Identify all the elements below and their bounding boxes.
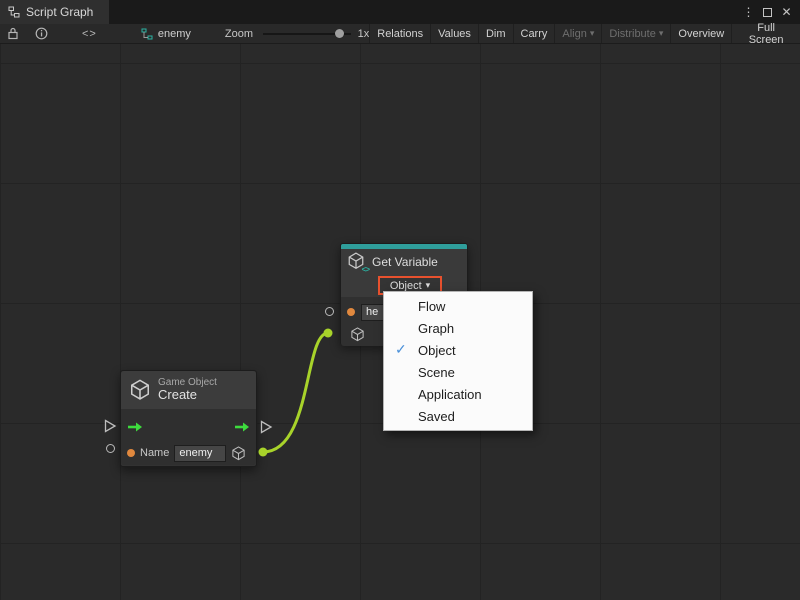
variable-cube-icon: <> — [347, 252, 367, 272]
titlebar-controls: ⋮ ✕ — [740, 4, 800, 21]
menu-item-object[interactable]: ✓ Object — [384, 339, 532, 361]
menu-item-application[interactable]: Application — [384, 383, 532, 405]
flow-in-arrow-icon[interactable] — [127, 421, 143, 433]
node-title: Get Variable — [372, 255, 438, 269]
check-icon: ✓ — [395, 341, 407, 358]
window-menu-icon[interactable]: ⋮ — [740, 4, 757, 21]
lock-button[interactable] — [3, 25, 23, 43]
value-input-port[interactable] — [106, 444, 115, 453]
carry-button[interactable]: Carry — [513, 24, 555, 43]
value-port-dot-icon[interactable] — [347, 308, 355, 316]
cube-icon — [231, 446, 246, 461]
game-object-create-node[interactable]: Game Object Create — [120, 370, 257, 467]
tab-title: Script Graph — [26, 5, 93, 19]
chevron-down-icon: ▾ — [426, 280, 431, 291]
graph-breadcrumb[interactable]: enemy — [141, 28, 191, 40]
get-variable-header[interactable]: <> Get Variable — [341, 249, 467, 274]
graph-toolbar: <> enemy Zoom 1x Relations Values Dim Ca… — [0, 24, 800, 44]
node-title: Create — [158, 388, 217, 403]
lock-icon — [7, 27, 19, 40]
menu-item-flow[interactable]: Flow — [384, 295, 532, 317]
zoom-value: 1x — [358, 28, 370, 40]
flow-out-arrow-icon[interactable] — [234, 421, 250, 433]
script-graph-icon — [8, 6, 20, 18]
maximize-icon[interactable] — [759, 4, 776, 21]
distribute-button[interactable]: Distribute ▾ — [601, 24, 670, 43]
overview-button[interactable]: Overview — [670, 24, 731, 43]
zoom-label: Zoom — [225, 28, 253, 40]
relations-button[interactable]: Relations — [369, 24, 430, 43]
code-icon: <> — [82, 28, 97, 40]
chevron-down-icon: ▾ — [659, 28, 664, 39]
code-button[interactable]: <> — [78, 25, 101, 43]
align-button[interactable]: Align ▾ — [554, 24, 601, 43]
close-icon[interactable]: ✕ — [778, 4, 795, 21]
zoom-slider[interactable] — [263, 27, 351, 41]
menu-item-graph[interactable]: Graph — [384, 317, 532, 339]
value-input-port[interactable] — [325, 307, 334, 316]
zoom-slider-thumb[interactable] — [335, 29, 344, 38]
dim-button[interactable]: Dim — [478, 24, 513, 43]
graph-icon — [141, 28, 153, 40]
create-node-header[interactable]: Game Object Create — [121, 371, 256, 409]
chevron-down-icon: ▾ — [590, 28, 595, 39]
flow-row — [121, 413, 256, 441]
info-button[interactable] — [31, 25, 52, 43]
name-input[interactable] — [174, 445, 226, 462]
name-row: Name — [121, 441, 256, 465]
tab-script-graph[interactable]: Script Graph — [0, 0, 109, 24]
name-label: Name — [140, 447, 169, 459]
create-node-body: Name — [121, 409, 256, 465]
window-titlebar: Script Graph ⋮ ✕ — [0, 0, 800, 24]
flow-input-port[interactable] — [104, 419, 117, 433]
graph-name: enemy — [158, 28, 191, 40]
cube-icon — [350, 327, 365, 342]
full-screen-button[interactable]: Full Screen — [731, 24, 800, 43]
graph-canvas[interactable]: <> Get Variable Object ▾ — [0, 44, 800, 600]
game-object-cube-icon — [129, 379, 151, 401]
variable-kind-menu: Flow Graph ✓ Object Scene Application Sa… — [383, 291, 533, 431]
flow-output-port[interactable] — [260, 420, 273, 434]
info-icon — [35, 27, 48, 40]
values-button[interactable]: Values — [430, 24, 478, 43]
value-port-dot-icon[interactable] — [127, 449, 135, 457]
menu-item-saved[interactable]: Saved — [384, 405, 532, 427]
toolbar-buttons: Relations Values Dim Carry Align ▾ Distr… — [369, 24, 800, 43]
menu-item-scene[interactable]: Scene — [384, 361, 532, 383]
